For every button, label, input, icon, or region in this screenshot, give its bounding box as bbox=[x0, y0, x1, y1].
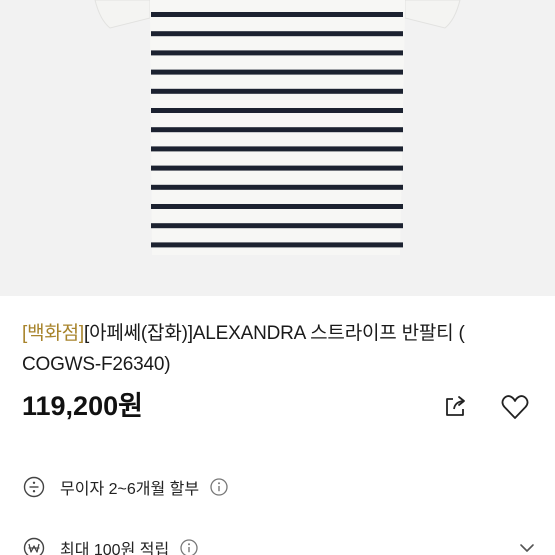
shirt-stripe bbox=[151, 108, 403, 113]
shirt-stripe bbox=[151, 146, 403, 152]
striped-shirt-image bbox=[0, 0, 555, 296]
price: 119,200원 bbox=[22, 391, 143, 421]
heart-icon bbox=[501, 395, 529, 419]
shirt-stripe bbox=[151, 12, 403, 17]
product-title: [백화점][아페쎄(잡화)]ALEXANDRA 스트라이프 반팔티 ( COGW… bbox=[22, 318, 542, 380]
installment-text: 무이자 2~6개월 할부 bbox=[60, 481, 200, 498]
shirt-stripe bbox=[151, 88, 403, 94]
installment-row: 무이자 2~6개월 할부 bbox=[22, 472, 537, 502]
shirt-stripe bbox=[151, 31, 403, 37]
points-row: 최대 100원 적립 bbox=[22, 533, 537, 555]
won-coin-icon bbox=[22, 536, 46, 555]
shirt-stripe bbox=[151, 127, 403, 133]
price-row: 119,200원 bbox=[22, 388, 537, 424]
shirt-stripe bbox=[151, 223, 403, 229]
shirt-stripe bbox=[151, 242, 403, 248]
share-icon bbox=[446, 396, 465, 416]
shirt-stripe bbox=[151, 50, 403, 56]
divide-icon bbox=[22, 475, 46, 499]
points-text: 최대 100원 적립 bbox=[60, 542, 170, 555]
shirt-stripe bbox=[151, 204, 403, 209]
product-image[interactable] bbox=[0, 0, 555, 296]
product-name: [아페쎄(잡화)]ALEXANDRA 스트라이프 반팔티 ( COGWS-F26… bbox=[22, 323, 465, 375]
shirt-stripe bbox=[151, 184, 403, 190]
shirt-stripe bbox=[151, 69, 403, 75]
chevron-down-icon[interactable] bbox=[517, 538, 537, 555]
store-tag: [백화점] bbox=[22, 323, 84, 344]
wishlist-button[interactable] bbox=[500, 392, 530, 422]
share-button[interactable] bbox=[440, 392, 470, 422]
info-icon[interactable] bbox=[209, 477, 229, 497]
info-icon[interactable] bbox=[179, 538, 199, 555]
shirt-stripe bbox=[151, 165, 403, 171]
